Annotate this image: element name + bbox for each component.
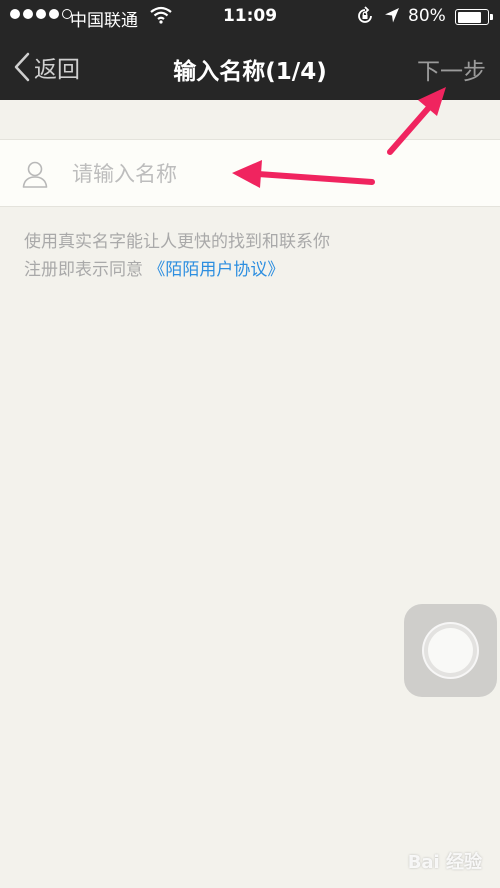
hint-line-2-prefix: 注册即表示同意 [24,260,149,280]
assistive-touch-core [428,628,473,673]
assistive-touch-icon[interactable] [404,604,497,697]
hint-text: 使用真实名字能让人更快的找到和联系你 注册即表示同意 《陌陌用户协议》 [24,228,330,284]
location-arrow-icon [383,5,401,30]
battery-icon [455,9,489,25]
status-bar: 中国联通 11:09 80% [0,0,500,34]
top-bar: 中国联通 11:09 80% 返回 输入名称(1/4) 下一步 [0,0,500,100]
battery-percent: 80% [408,6,446,26]
watermark: Bai 经验 [407,852,482,873]
hint-line-1: 使用真实名字能让人更快的找到和联系你 [24,232,330,252]
next-step-button[interactable]: 下一步 [417,52,486,86]
name-input-row[interactable] [0,139,500,207]
rotation-lock-icon [355,6,375,31]
name-input[interactable] [72,154,472,194]
battery-level-fill [457,11,481,23]
agreement-link[interactable]: 《陌陌用户协议》 [148,260,284,280]
navigation-bar: 返回 输入名称(1/4) 下一步 [0,34,500,100]
hint-line-2: 注册即表示同意 《陌陌用户协议》 [24,256,330,284]
battery-tip [490,14,493,20]
user-icon [22,160,48,192]
